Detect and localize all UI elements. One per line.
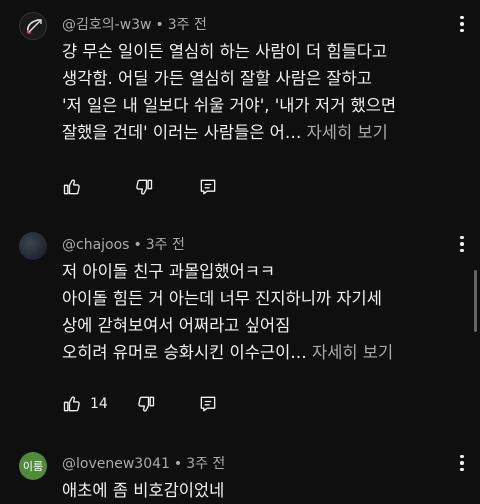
like-icon (63, 396, 80, 412)
comment-line: '저 일은 내 일보다 쉬울 거야', '내가 저거 했으면 (62, 96, 397, 115)
comment-text: 걍 무슨 일이든 열심히 하는 사람이 더 힘들다고 생각함. 어딜 가든 열심… (62, 38, 462, 146)
comment-meta: @chajoos • 3주 전 (62, 237, 185, 253)
like-button[interactable] (62, 175, 90, 199)
comment-line: 생각함. 어딜 가든 열심히 잘할 사람은 잘하고 (62, 69, 372, 88)
comment-line: 잘했을 건데' 이러는 사람들은 어… (62, 123, 302, 142)
read-more-link[interactable]: 자세히 보기 (312, 343, 393, 362)
author-name[interactable]: @김호의-w3w (62, 17, 152, 33)
comment-line: 걍 무슨 일이든 열심히 하는 사람이 더 힘들다고 (62, 42, 388, 61)
more-options-icon[interactable] (452, 12, 472, 36)
avatar[interactable] (19, 232, 47, 260)
dislike-icon (136, 179, 153, 195)
like-icon (63, 179, 80, 195)
author-name[interactable]: @chajoos (62, 237, 129, 253)
comment-line: 상에 갇혀보여서 어쩌라고 싶어짐 (62, 316, 291, 335)
timestamp[interactable]: 3주 전 (146, 237, 185, 253)
reply-icon (200, 179, 216, 195)
bow-arrow-avatar-icon (26, 19, 42, 34)
timestamp[interactable]: 3주 전 (168, 17, 207, 33)
avatar[interactable] (19, 12, 47, 40)
comment-text: 저 아이돌 친구 과몰입했어ㅋㅋ 아이돌 힘든 거 아는데 너무 진지하니까 자… (62, 258, 462, 366)
comment-meta: @김호의-w3w • 3주 전 (62, 17, 207, 33)
like-count: 14 (90, 396, 108, 412)
more-options-icon[interactable] (452, 232, 472, 256)
comment-meta: @lovenew3041 • 3주 전 (62, 456, 226, 472)
more-options-icon[interactable] (452, 451, 472, 475)
comment-line: 저 아이돌 친구 과몰입했어ㅋㅋ (62, 262, 276, 281)
comment-text: 애초에 좀 비호감이었네 (62, 477, 462, 504)
dislike-icon (138, 396, 155, 412)
comment-line: 오히려 유머로 승화시킨 이수근이… (62, 343, 307, 362)
timestamp[interactable]: 3주 전 (186, 456, 225, 472)
comment-line: 애초에 좀 비호감이었네 (62, 481, 225, 500)
dislike-button[interactable] (134, 175, 154, 199)
reply-button[interactable] (198, 175, 218, 199)
read-more-link[interactable]: 자세히 보기 (307, 123, 388, 142)
author-name[interactable]: @lovenew3041 (62, 456, 170, 472)
reply-button[interactable] (198, 392, 218, 416)
comment-line: 아이돌 힘든 거 아는데 너무 진지하니까 자기세 (62, 289, 382, 308)
avatar[interactable]: 이룸 (19, 452, 47, 480)
scrollbar[interactable] (474, 270, 477, 332)
avatar-initials: 이룸 (22, 460, 44, 473)
dislike-button[interactable] (136, 392, 156, 416)
like-button[interactable]: 14 (62, 392, 108, 416)
reply-icon (200, 396, 216, 412)
